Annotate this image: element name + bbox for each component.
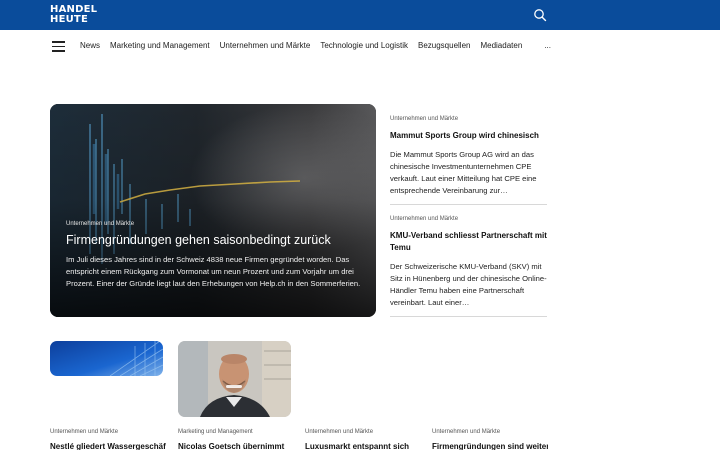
- building-image: [50, 341, 163, 376]
- site-logo[interactable]: HANDEL HEUTE: [50, 5, 97, 24]
- card-title[interactable]: Nicolas Goetsch übernimmt: [178, 442, 294, 450]
- logo-line-2: HEUTE: [50, 13, 88, 25]
- search-button[interactable]: [533, 8, 547, 22]
- hero-title[interactable]: Firmengründungen gehen saisonbedingt zur…: [66, 233, 366, 248]
- portrait-image: [178, 341, 291, 417]
- side-article-category[interactable]: Unternehmen und Märkte: [390, 116, 547, 122]
- side-article-teaser: Die Mammut Sports Group AG wird an das c…: [390, 150, 537, 195]
- card-category[interactable]: Unternehmen und Märkte: [432, 429, 500, 435]
- side-article-teaser: Der Schweizerische KMU-Verband (SKV) mit…: [390, 262, 547, 307]
- nav-item-mediadaten[interactable]: Mediadaten: [480, 41, 522, 50]
- side-article-title[interactable]: KMU-Verband schliesst Partnerschaft mit …: [390, 230, 547, 254]
- nav-items: News Marketing und Management Unternehme…: [80, 41, 561, 50]
- hero-teaser: Im Juli dieses Jahres sind in der Schwei…: [66, 255, 361, 288]
- card-title[interactable]: Luxusmarkt entspannt sich: [305, 442, 421, 450]
- card-title[interactable]: Nestlé gliedert Wassergeschäft: [50, 442, 166, 450]
- hamburger-menu-button[interactable]: [52, 41, 65, 52]
- side-divider: [390, 204, 547, 205]
- card-category[interactable]: Marketing und Management: [178, 429, 253, 435]
- hero-text: Unternehmen und Märkte Firmengründungen …: [66, 221, 366, 290]
- card-category[interactable]: Unternehmen und Märkte: [305, 429, 373, 435]
- side-article-2[interactable]: Unternehmen und Märkte KMU-Verband schli…: [390, 216, 547, 309]
- site-header: HANDEL HEUTE: [0, 0, 720, 30]
- card-title[interactable]: Firmengründungen sind weiter: [432, 442, 548, 450]
- card-category[interactable]: Unternehmen und Märkte: [50, 429, 118, 435]
- search-icon: [534, 9, 547, 22]
- nav-item-marketing-management[interactable]: Marketing und Management: [110, 41, 210, 50]
- side-article-1[interactable]: Unternehmen und Märkte Mammut Sports Gro…: [390, 116, 547, 197]
- main-navigation: News Marketing und Management Unternehme…: [0, 30, 720, 64]
- nav-item-technologie-logistik[interactable]: Technologie und Logistik: [320, 41, 408, 50]
- hamburger-icon: [52, 41, 65, 43]
- nav-more-button[interactable]: ...: [544, 41, 551, 50]
- nav-item-bezugsquellen[interactable]: Bezugsquellen: [418, 41, 470, 50]
- nav-item-news[interactable]: News: [80, 41, 100, 50]
- hero-article[interactable]: Unternehmen und Märkte Firmengründungen …: [50, 104, 376, 317]
- side-divider: [390, 316, 547, 317]
- nav-item-unternehmen-maerkte[interactable]: Unternehmen und Märkte: [220, 41, 311, 50]
- hero-category[interactable]: Unternehmen und Märkte: [66, 221, 366, 227]
- side-article-category[interactable]: Unternehmen und Märkte: [390, 216, 547, 222]
- card-image-goetsch[interactable]: [178, 341, 291, 417]
- side-article-title[interactable]: Mammut Sports Group wird chinesisch: [390, 130, 547, 142]
- card-image-nestle[interactable]: [50, 341, 163, 376]
